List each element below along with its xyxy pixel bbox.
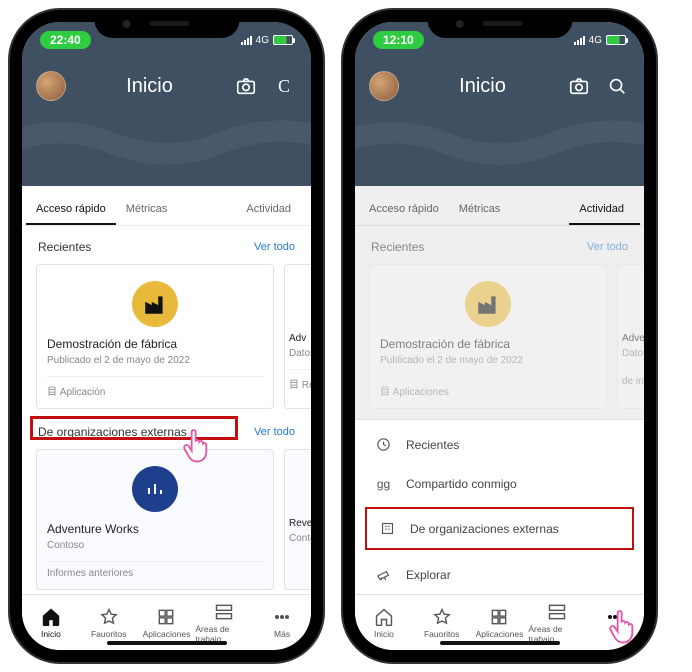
tabbar-more[interactable]: Más <box>253 603 311 643</box>
tab-activity[interactable]: Actividad <box>236 193 307 225</box>
factory-icon <box>465 281 511 327</box>
card-title: Demostración de fábrica <box>380 337 596 351</box>
chart-icon <box>132 466 178 512</box>
time-pill: 22:40 <box>40 31 91 49</box>
phone-right: 12:10 4G Inicio Acceso rápido Métrica <box>343 10 656 662</box>
menu-explore[interactable]: Explorar <box>355 554 644 594</box>
card-meta: 目 Aplicación <box>47 376 263 398</box>
avatar[interactable] <box>36 71 66 101</box>
signal-icon <box>241 36 252 45</box>
content-right-greyed: Recientes Ver todo Demostración de fábri… <box>355 226 644 419</box>
recent-card-factory[interactable]: Demostración de fábrica Publicado el 2 d… <box>369 264 607 409</box>
notch <box>427 10 572 38</box>
shared-icon: gg <box>375 477 392 491</box>
tabbar-favorites[interactable]: Fauoritos <box>80 603 138 643</box>
tabbar-workspaces[interactable]: Áreas de trabajo <box>195 598 253 648</box>
tab-metrics[interactable]: Métricas <box>116 193 178 225</box>
page-title: Inicio <box>411 75 554 98</box>
home-indicator[interactable] <box>107 641 227 645</box>
hand-pointer-icon <box>606 606 640 646</box>
recent-see-all[interactable]: Ver todo <box>587 241 628 253</box>
tab-quick-access[interactable]: Acceso rápido <box>26 193 116 225</box>
card-title: Demostración de fábrica <box>47 337 263 351</box>
tab-quick-access[interactable]: Acceso rápido <box>359 193 449 225</box>
avatar[interactable] <box>369 71 399 101</box>
content-left: Recientes Ver todo Demostración de fábri… <box>22 226 311 594</box>
carrier-label: 4G <box>589 35 602 46</box>
battery-icon <box>606 35 626 45</box>
page-title: Inicio <box>78 75 221 98</box>
card-subtitle: Contoso <box>47 540 263 551</box>
hero: Inicio <box>355 58 644 186</box>
signal-icon <box>574 36 585 45</box>
card-meta: 目 Aplicaciones <box>380 376 596 398</box>
recent-see-all[interactable]: Ver todo <box>254 241 295 253</box>
tabbar-home[interactable]: Inicio <box>22 603 80 643</box>
hero: Inicio C <box>22 58 311 186</box>
phone-left: 22:40 4G Inicio C Acceso rápido Métricas… <box>10 10 323 662</box>
card-subtitle: Publicado el 2 de mayo de 2022 <box>380 355 596 366</box>
notch <box>94 10 239 38</box>
card-meta: Informes anteriores <box>47 561 263 579</box>
camera-icon[interactable] <box>566 73 592 99</box>
card-title: Adventure Works <box>47 522 263 536</box>
clock-icon <box>375 436 392 453</box>
recent-card-factory[interactable]: Demostración de fábrica Publicado el 2 d… <box>36 264 274 409</box>
tabbar-workspaces[interactable]: Áreas de trabajo <box>528 598 586 648</box>
tabs: Acceso rápido Métricas Actividad <box>355 186 644 226</box>
time-pill: 12:10 <box>373 31 424 49</box>
carrier-label: 4G <box>256 35 269 46</box>
menu-external-orgs[interactable]: De organizaciones externas <box>365 507 634 550</box>
search-icon[interactable] <box>604 73 630 99</box>
tab-activity[interactable]: Actividad <box>569 193 640 225</box>
recent-card-peek[interactable]: Adve Datos i de informes <box>617 264 644 409</box>
external-see-all[interactable]: Ver todo <box>254 426 295 438</box>
home-indicator[interactable] <box>440 641 560 645</box>
tabbar-home[interactable]: Inicio <box>355 603 413 643</box>
recent-header: Recientes <box>371 240 424 254</box>
hand-pointer-icon <box>180 425 214 465</box>
screen-left: 22:40 4G Inicio C Acceso rápido Métricas… <box>22 22 311 650</box>
building-icon <box>379 520 396 537</box>
menu-recent[interactable]: Recientes <box>355 424 644 465</box>
more-menu-sheet: Recientes gg Compartido conmigo De organ… <box>355 419 644 594</box>
refresh-icon[interactable]: C <box>271 73 297 99</box>
card-subtitle: Publicado el 2 de mayo de 2022 <box>47 355 263 366</box>
tabbar-apps[interactable]: Aplicaciones <box>138 603 196 643</box>
tabbar-apps[interactable]: Aplicaciones <box>471 603 529 643</box>
external-header: De organizaciones externas <box>38 425 187 439</box>
factory-icon <box>132 281 178 327</box>
recent-header: Recientes <box>38 240 91 254</box>
external-card-adventure[interactable]: Adventure Works Contoso Informes anterio… <box>36 449 274 590</box>
battery-icon <box>273 35 293 45</box>
recent-card-peek[interactable]: Adv Datos_ 目 Rep <box>284 264 311 409</box>
tabs: Acceso rápido Métricas Actividad <box>22 186 311 226</box>
telescope-icon <box>375 566 392 583</box>
menu-shared[interactable]: gg Compartido conmigo <box>355 465 644 503</box>
external-card-peek[interactable]: Revel Contos <box>284 449 311 590</box>
camera-icon[interactable] <box>233 73 259 99</box>
tabbar-favorites[interactable]: Fauoritos <box>413 603 471 643</box>
tab-metrics[interactable]: Métricas <box>449 193 511 225</box>
screen-right: 12:10 4G Inicio Acceso rápido Métrica <box>355 22 644 650</box>
